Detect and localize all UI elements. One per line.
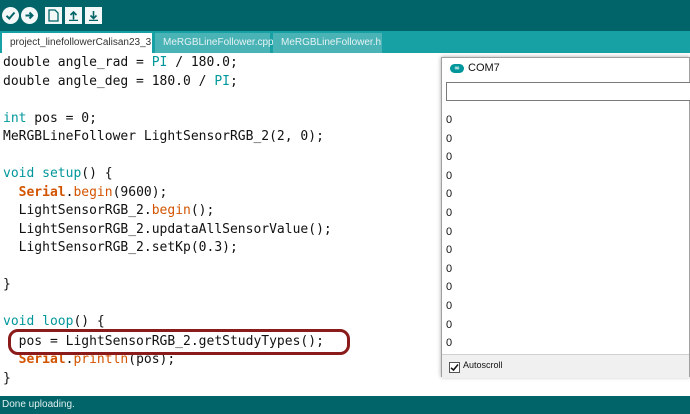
checkmark-icon bbox=[5, 11, 16, 20]
tab-cpp-file[interactable]: MeRGBLineFollower.cpp bbox=[155, 33, 274, 53]
code-line: MeRGBLineFollower LightSensorRGB_2(2, 0)… bbox=[3, 129, 324, 144]
serial-output-line: 0 bbox=[446, 318, 453, 331]
code-line: LightSensorRGB_2.setKp(0.3); bbox=[3, 240, 238, 255]
serial-output-line: 0 bbox=[446, 300, 453, 312]
serial-monitor-window: ∞ COM7 0 0 0 0 0 0 0 0 0 0 0 0 0 Autoscroll bbox=[441, 57, 690, 378]
open-button[interactable] bbox=[65, 7, 82, 24]
code-line: void setup() { bbox=[3, 166, 113, 181]
serial-output-line: 0 bbox=[446, 188, 453, 201]
code-line: double angle_rad = PI / 180.0; bbox=[3, 55, 238, 70]
code-line: int pos = 0; bbox=[3, 110, 97, 126]
code-line: double angle_deg = 180.0 / PI; bbox=[3, 73, 238, 89]
status-message: Done uploading. bbox=[2, 399, 75, 410]
arrow-up-icon bbox=[69, 10, 78, 21]
toolbar bbox=[0, 0, 690, 31]
monitor-title-bar[interactable]: ∞ COM7 bbox=[442, 58, 689, 80]
autoscroll-label: Autoscroll bbox=[463, 360, 503, 370]
serial-output-line: 0 bbox=[446, 337, 453, 350]
serial-output-line: 0 bbox=[446, 132, 453, 145]
monitor-title: COM7 bbox=[468, 62, 500, 74]
serial-output-line: 0 bbox=[446, 114, 453, 126]
code-line: } bbox=[3, 370, 11, 386]
serial-output-line: 0 bbox=[446, 169, 453, 182]
tab-header-file[interactable]: MeRGBLineFollower.h bbox=[273, 33, 382, 53]
serial-output-line: 0 bbox=[446, 225, 453, 238]
save-button[interactable] bbox=[85, 7, 102, 24]
arrow-right-icon bbox=[25, 11, 34, 20]
new-button[interactable] bbox=[45, 7, 62, 24]
serial-input[interactable] bbox=[446, 82, 690, 101]
verify-button[interactable] bbox=[2, 7, 19, 24]
code-line: } bbox=[3, 277, 11, 292]
arduino-logo-icon: ∞ bbox=[450, 64, 464, 73]
upload-button[interactable] bbox=[21, 7, 38, 24]
serial-output-line: 0 bbox=[446, 262, 453, 275]
serial-output-line: 0 bbox=[446, 281, 453, 294]
autoscroll-checkbox[interactable] bbox=[449, 362, 460, 373]
status-bar: Done uploading. bbox=[0, 396, 690, 414]
arrow-down-icon bbox=[89, 11, 98, 21]
serial-output-line: 0 bbox=[446, 207, 453, 219]
tabs-bar: project_linefollowerCalisan23_3 MeRGBLin… bbox=[0, 31, 690, 53]
serial-output: 0 0 0 0 0 0 0 0 0 0 0 0 0 bbox=[442, 102, 689, 354]
code-line: Serial.begin(9600); bbox=[18, 184, 168, 200]
serial-output-line: 0 bbox=[446, 244, 453, 257]
code-line: LightSensorRGB_2.updataAllSensorValue(); bbox=[3, 221, 332, 237]
code-line: LightSensorRGB_2.begin(); bbox=[3, 203, 215, 218]
new-file-icon bbox=[48, 9, 59, 22]
checkmark-icon bbox=[450, 364, 459, 372]
serial-output-line: 0 bbox=[446, 151, 453, 164]
tab-main-sketch[interactable]: project_linefollowerCalisan23_3 bbox=[2, 33, 152, 53]
highlight-annotation bbox=[8, 329, 350, 355]
monitor-footer: Autoscroll bbox=[442, 354, 689, 378]
